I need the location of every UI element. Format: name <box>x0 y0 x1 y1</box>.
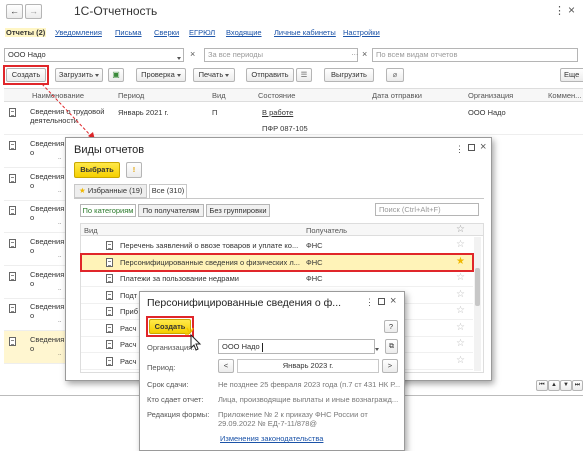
tabs-line <box>74 198 484 199</box>
who-label: Кто сдает отчет: <box>147 395 204 404</box>
kinds-table-header <box>81 224 483 236</box>
kinds-row-name: Приб <box>120 307 139 316</box>
seg-by-category[interactable]: По категориям <box>80 204 136 217</box>
document-icon <box>106 340 113 349</box>
favorites-star-icon: ★ <box>79 186 86 195</box>
period-prev-button[interactable]: < <box>218 359 234 373</box>
kinds-row-recipient: ФНС <box>306 241 323 250</box>
kinds-scroll-thumb[interactable] <box>475 268 480 306</box>
choose-button[interactable]: Выбрать <box>74 162 120 178</box>
due-label: Срок сдачи: <box>147 380 189 389</box>
star-outline-icon[interactable]: ☆ <box>456 273 465 283</box>
kinds-row-name: Подт <box>120 291 138 300</box>
kinds-row-name: Персонифицированные сведения о физически… <box>120 258 300 267</box>
document-icon <box>106 357 113 366</box>
kinds-row-name: Расч <box>120 324 137 333</box>
form-label: Редакция формы: <box>147 410 210 419</box>
kinds-row-name: Перечень заявлений о ввозе товаров и упл… <box>120 241 299 250</box>
kinds-row-name: Расч <box>120 340 137 349</box>
pers-maximize-icon[interactable] <box>378 298 385 305</box>
document-icon <box>106 258 113 267</box>
document-icon <box>106 274 113 283</box>
info-icon-button[interactable]: ! <box>126 162 142 178</box>
favorite-star-icon[interactable]: ★ <box>456 257 465 267</box>
document-icon <box>106 307 113 316</box>
kinds-row-name: Расч <box>120 357 137 366</box>
org-dropdown-icon[interactable] <box>375 344 379 353</box>
kinds-row-name: Платежи за пользование недрами <box>120 274 239 283</box>
star-outline-icon[interactable]: ☆ <box>456 306 465 316</box>
who-value: Лица, производящие выплаты и иные вознаг… <box>218 395 399 404</box>
tab-favorites[interactable]: ★ Избранные (19) <box>74 184 147 198</box>
star-outline-icon[interactable]: ☆ <box>456 339 465 349</box>
col-recipient[interactable]: Получатель <box>306 226 347 235</box>
text-caret <box>261 342 263 352</box>
period-next-button[interactable]: > <box>382 359 398 373</box>
law-changes-link[interactable]: Изменения законодательства <box>220 434 323 443</box>
col-kind-name[interactable]: Вид <box>84 226 98 235</box>
help-button[interactable]: ? <box>384 320 398 333</box>
tab-all[interactable]: Все (310) <box>149 184 187 199</box>
seg-no-group[interactable]: Без группировки <box>206 204 270 217</box>
period-label: Период: <box>147 363 176 372</box>
kinds-more-icon[interactable]: ⋮ <box>455 144 464 155</box>
col-fav-star-icon[interactable]: ☆ <box>456 225 465 235</box>
pers-more-icon[interactable]: ⋮ <box>365 297 374 308</box>
due-value: Не позднее 25 февраля 2023 года (п.7 ст … <box>218 380 401 389</box>
org-input[interactable]: ООО Надо <box>218 339 375 354</box>
star-outline-icon[interactable]: ☆ <box>456 356 465 366</box>
kinds-close-icon[interactable]: × <box>480 141 486 153</box>
pers-dialog-title: Персонифицированные сведения о ф... <box>147 297 342 309</box>
tab-favorites-label: Избранные (19) <box>87 186 143 195</box>
org-open-button[interactable]: ⧉ <box>385 339 398 354</box>
seg-by-recipient[interactable]: По получателям <box>138 204 204 217</box>
pers-dialog: Персонифицированные сведения о ф... ⋮ × … <box>139 291 405 451</box>
document-icon <box>106 291 113 300</box>
kinds-row-recipient: ФНС <box>306 274 323 283</box>
star-outline-icon[interactable]: ☆ <box>456 240 465 250</box>
form-value: Приложение № 2 к приказу ФНС России от 2… <box>218 410 368 428</box>
kinds-row-recipient: ФНС <box>306 258 323 267</box>
kinds-maximize-icon[interactable] <box>468 144 475 151</box>
pers-close-icon[interactable]: × <box>390 295 396 307</box>
cursor-click-icon <box>185 327 202 351</box>
document-icon <box>106 241 113 250</box>
document-icon <box>106 324 113 333</box>
star-outline-icon[interactable]: ☆ <box>456 323 465 333</box>
period-value[interactable]: Январь 2023 г. <box>237 359 379 373</box>
kinds-dialog-title: Виды отчетов <box>74 144 145 156</box>
star-outline-icon[interactable]: ☆ <box>456 290 465 300</box>
kinds-search-input[interactable]: Поиск (Ctrl+Alt+F) <box>375 203 479 216</box>
